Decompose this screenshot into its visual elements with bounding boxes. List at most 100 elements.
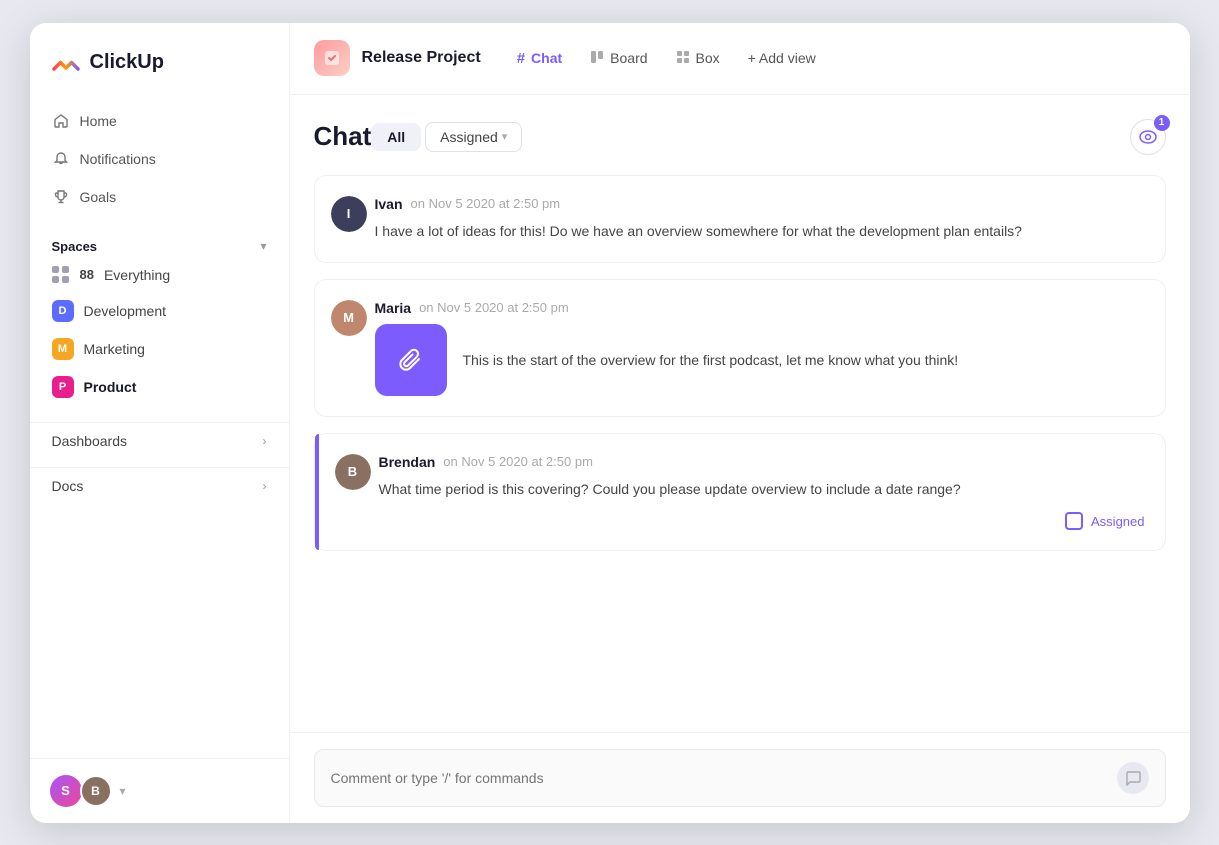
- comment-input[interactable]: [331, 770, 1117, 786]
- sidebar-item-development[interactable]: D Development: [42, 292, 277, 330]
- logo-text: ClickUp: [90, 51, 164, 74]
- box-icon: [676, 50, 690, 67]
- trophy-icon: [52, 188, 70, 206]
- board-icon: [590, 50, 604, 67]
- sidebar-item-everything[interactable]: 88 Everything: [42, 258, 277, 292]
- watch-icon-container: 1: [1130, 119, 1166, 155]
- add-view-label: + Add view: [748, 50, 816, 66]
- message-time: on Nov 5 2020 at 2:50 pm: [411, 196, 561, 211]
- comment-input-area: [290, 732, 1190, 823]
- spaces-header[interactable]: Spaces ▾: [42, 235, 277, 258]
- app-container: ClickUp Home Notifications: [30, 23, 1190, 823]
- attachment-preview: This is the start of the overview for th…: [375, 324, 1145, 396]
- add-view-button[interactable]: + Add view: [736, 44, 828, 72]
- message-author: Ivan: [375, 196, 403, 212]
- chat-area: Chat All Assigned ▾ 1: [290, 95, 1190, 732]
- user-dropdown-icon[interactable]: ▾: [120, 784, 126, 798]
- message-card: B Brendan on Nov 5 2020 at 2:50 pm What …: [314, 433, 1166, 551]
- message-text: What time period is this covering? Could…: [379, 478, 1145, 500]
- tab-chat[interactable]: # Chat: [505, 44, 574, 73]
- tab-box[interactable]: Box: [664, 44, 732, 73]
- chevron-right-icon: ›: [263, 479, 267, 493]
- message-time: on Nov 5 2020 at 2:50 pm: [419, 300, 569, 315]
- messages-container: I Ivan on Nov 5 2020 at 2:50 pm I have a…: [314, 175, 1166, 732]
- sidebar-item-marketing[interactable]: M Marketing: [42, 330, 277, 368]
- marketing-label: Marketing: [84, 341, 145, 357]
- development-label: Development: [84, 303, 167, 319]
- clickup-logo-icon: [50, 47, 82, 79]
- sidebar-item-product[interactable]: P Product: [42, 368, 277, 406]
- attachment-icon[interactable]: [375, 324, 447, 396]
- chat-bubble-icon: [1125, 770, 1141, 786]
- message-left-accent: [315, 434, 319, 550]
- project-icon: [314, 40, 350, 76]
- avatar-ivan: I: [331, 196, 367, 232]
- docs-label: Docs: [52, 478, 84, 494]
- chat-header: Chat All Assigned ▾ 1: [314, 119, 1166, 155]
- topbar: Release Project # Chat Board: [290, 23, 1190, 95]
- logo-area: ClickUp: [30, 23, 289, 99]
- chat-title: Chat: [314, 121, 372, 152]
- main-nav: Home Notifications Goals: [30, 99, 289, 219]
- box-tab-label: Box: [696, 50, 720, 66]
- home-label: Home: [80, 113, 117, 129]
- dashboards-label: Dashboards: [52, 433, 128, 449]
- sidebar-item-home[interactable]: Home: [42, 103, 277, 139]
- main-content: Release Project # Chat Board: [290, 23, 1190, 823]
- avatar-b: B: [80, 775, 112, 807]
- bell-icon: [52, 150, 70, 168]
- home-icon: [52, 112, 70, 130]
- marketing-badge: M: [52, 338, 74, 360]
- spaces-section: Spaces ▾ 88 Everything: [30, 219, 289, 414]
- filter-all-button[interactable]: All: [371, 123, 421, 151]
- message-card: I Ivan on Nov 5 2020 at 2:50 pm I have a…: [314, 175, 1166, 263]
- message-author: Maria: [375, 300, 412, 316]
- chevron-down-icon: ▾: [502, 130, 508, 143]
- board-tab-label: Board: [610, 50, 647, 66]
- sidebar-item-dashboards[interactable]: Dashboards ›: [30, 422, 289, 459]
- development-badge: D: [52, 300, 74, 322]
- notifications-label: Notifications: [80, 151, 156, 167]
- avatar-brendan: B: [335, 454, 371, 490]
- paperclip-icon: [397, 346, 425, 374]
- assigned-indicator: Assigned: [379, 512, 1145, 530]
- user-area: S B ▾: [30, 758, 289, 823]
- message-time: on Nov 5 2020 at 2:50 pm: [443, 454, 593, 469]
- sidebar-item-docs[interactable]: Docs ›: [30, 467, 289, 504]
- sidebar-item-goals[interactable]: Goals: [42, 179, 277, 215]
- message-meta: Maria on Nov 5 2020 at 2:50 pm: [375, 300, 1145, 316]
- everything-count: 88: [80, 267, 94, 282]
- chevron-right-icon: ›: [263, 434, 267, 448]
- avatar-s: S: [50, 775, 82, 807]
- hash-icon: #: [517, 50, 525, 67]
- assigned-checkbox[interactable]: [1065, 512, 1083, 530]
- product-badge: P: [52, 376, 74, 398]
- everything-label: Everything: [104, 267, 170, 283]
- message-card: M Maria on Nov 5 2020 at 2:50 pm This is…: [314, 279, 1166, 417]
- product-label: Product: [84, 379, 137, 395]
- chat-tab-label: Chat: [531, 50, 562, 66]
- sidebar-item-notifications[interactable]: Notifications: [42, 141, 277, 177]
- eye-icon: [1139, 130, 1157, 144]
- filter-assigned-dropdown[interactable]: Assigned ▾: [425, 122, 522, 152]
- chevron-down-icon: ▾: [260, 239, 266, 253]
- goals-label: Goals: [80, 189, 117, 205]
- tab-board[interactable]: Board: [578, 44, 659, 73]
- avatar-maria: M: [331, 300, 367, 336]
- message-text: This is the start of the overview for th…: [463, 349, 959, 371]
- everything-icon: [52, 266, 70, 284]
- comment-input-wrapper: [314, 749, 1166, 807]
- assigned-label: Assigned: [1091, 514, 1144, 529]
- project-title: Release Project: [362, 49, 481, 67]
- chat-filters: All Assigned ▾: [371, 122, 522, 152]
- sidebar: ClickUp Home Notifications: [30, 23, 290, 823]
- message-meta: Ivan on Nov 5 2020 at 2:50 pm: [375, 196, 1145, 212]
- view-tabs: # Chat Board Box: [505, 44, 828, 73]
- send-button[interactable]: [1117, 762, 1149, 794]
- message-author: Brendan: [379, 454, 436, 470]
- spaces-title: Spaces: [52, 239, 98, 254]
- message-meta: Brendan on Nov 5 2020 at 2:50 pm: [379, 454, 1145, 470]
- message-text: I have a lot of ideas for this! Do we ha…: [375, 220, 1145, 242]
- assigned-filter-label: Assigned: [440, 129, 498, 145]
- watch-badge: 1: [1154, 115, 1170, 131]
